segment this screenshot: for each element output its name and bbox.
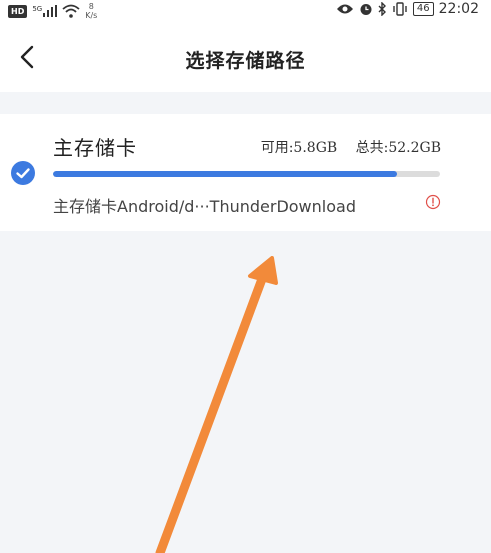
storage-name: 主存储卡 [53,136,137,160]
network-speed: 8 K/s [85,2,97,20]
speed-unit: K/s [85,11,98,20]
hd-badge: HD [8,4,28,18]
header-bar: 选择存储路径 [0,24,491,92]
storage-total: 总共:52.2GB [355,140,441,156]
signal-icon: 5G [32,5,58,17]
storage-option-main[interactable]: 主存储卡 可用:5.8GB 总共:52.2GB 主存储卡Android/d···… [0,114,491,231]
status-time: 22:02 [438,1,479,17]
check-circle-icon[interactable] [10,160,36,186]
vibrate-icon [393,2,407,16]
wifi-icon [62,4,80,18]
storage-stats: 可用:5.8GB 总共:52.2GB [247,137,441,157]
page-title: 选择存储路径 [185,50,306,72]
storage-usage-fill [53,171,398,177]
storage-usage-bar [53,171,440,177]
status-bar: HD 5G 8 K/s 46 22:02 [0,0,491,24]
battery-indicator: 46 [412,2,434,16]
storage-available: 可用:5.8GB [260,140,338,156]
status-left: HD 5G 8 K/s [8,2,97,20]
eye-icon [336,4,353,14]
status-right: 46 22:02 [336,1,479,17]
bluetooth-icon [378,2,386,16]
storage-path: 主存储卡Android/d···ThunderDownload [53,197,356,216]
warning-info-icon[interactable] [425,194,441,210]
speed-value: 8 [88,2,94,11]
signal-type-label: 5G [32,5,43,13]
alarm-icon [360,4,372,15]
